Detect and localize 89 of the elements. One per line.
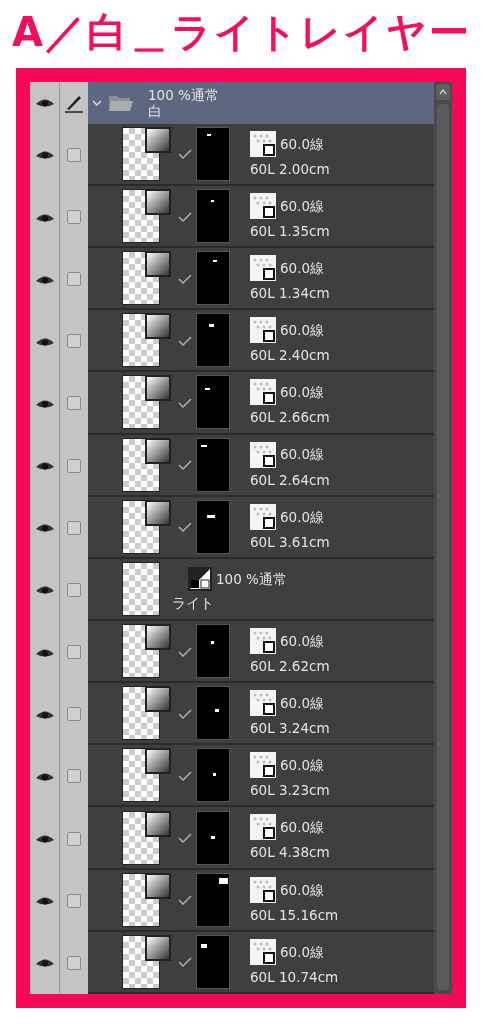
checkbox[interactable]	[67, 893, 81, 908]
page-title: A／白＿ライトレイヤー	[11, 8, 472, 57]
tone-density-label: 60.0線	[280, 259, 325, 277]
tone-icon	[250, 192, 276, 219]
mask-thumbnail	[196, 872, 230, 927]
checkbox[interactable]	[67, 769, 81, 784]
checkbox[interactable]	[67, 147, 81, 162]
mask-thumbnail	[196, 934, 230, 989]
layer-thumbnail	[122, 561, 160, 616]
check-icon	[178, 708, 192, 719]
layer-name: ライト	[172, 595, 215, 612]
checkbox[interactable]	[67, 272, 81, 287]
mask-thumbnail	[196, 810, 230, 865]
scroll-up-icon[interactable]	[439, 89, 447, 95]
mask-thumbnail	[196, 251, 230, 306]
blend-mode-label: 100 %通常	[148, 86, 219, 103]
tone-lines-label: 60L 15.16cm	[250, 906, 339, 923]
tone-icon	[250, 379, 276, 406]
mask-thumbnail	[196, 437, 230, 492]
mask-thumbnail	[196, 748, 230, 803]
checkbox[interactable]	[67, 458, 81, 473]
check-icon	[178, 149, 192, 160]
folder-icon	[108, 93, 134, 114]
raster-layer-icon	[188, 567, 212, 592]
check-icon	[178, 335, 192, 346]
tone-density-label: 60.0線	[280, 446, 325, 463]
tone-lines-label: 60L 2.64cm	[250, 471, 330, 488]
tone-icon	[250, 317, 276, 344]
tone-density-label: 60.0線	[280, 197, 325, 214]
check-icon	[178, 211, 192, 222]
checkbox[interactable]	[67, 955, 81, 970]
tone-icon	[250, 130, 276, 157]
tone-density-label: 60.0線	[280, 943, 325, 960]
tone-icon	[250, 503, 276, 530]
tone-icon	[250, 752, 276, 779]
tone-icon	[250, 441, 276, 468]
check-icon	[178, 397, 192, 408]
check-icon	[178, 522, 192, 533]
checkbox[interactable]	[67, 210, 81, 224]
mask-thumbnail	[196, 686, 230, 741]
tone-lines-label: 60L 2.66cm	[250, 409, 330, 426]
mask-thumbnail	[196, 499, 230, 554]
tone-lines-label: 60L 2.62cm	[250, 658, 330, 675]
tone-lines-label: 60L 10.74cm	[250, 968, 339, 985]
tone-lines-label: 60L 1.34cm	[250, 285, 330, 302]
check-icon	[178, 770, 192, 781]
tone-density-label: 60.0線	[280, 508, 325, 525]
folder-name: 白	[148, 102, 163, 120]
tone-lines-label: 60L 3.23cm	[250, 782, 330, 799]
check-icon	[178, 646, 192, 657]
tone-density-label: 60.0線	[280, 632, 325, 650]
chevron-down-icon[interactable]	[92, 97, 102, 108]
tone-icon	[250, 690, 276, 717]
check-icon	[178, 460, 192, 471]
tone-density-label: 60.0線	[280, 881, 325, 898]
tone-lines-label: 60L 2.00cm	[250, 160, 330, 177]
checkbox[interactable]	[67, 707, 81, 722]
check-icon	[178, 957, 192, 968]
tone-density-label: 60.0線	[280, 695, 325, 712]
mask-thumbnail	[196, 313, 230, 368]
checkbox[interactable]	[67, 520, 81, 535]
tone-density-label: 60.0線	[280, 322, 325, 339]
tone-density-label: 60.0線	[280, 819, 325, 836]
mask-thumbnail	[196, 624, 230, 679]
mask-thumbnail	[196, 375, 230, 430]
checkbox[interactable]	[67, 396, 81, 411]
tone-lines-label: 60L 1.35cm	[250, 222, 330, 240]
tone-icon	[250, 938, 276, 965]
tone-density-label: 60.0線	[280, 757, 325, 774]
mask-thumbnail	[196, 126, 230, 181]
tone-density-label: 60.0線	[280, 135, 325, 152]
checkbox[interactable]	[67, 334, 81, 349]
tone-density-label: 60.0線	[280, 384, 325, 401]
check-icon	[178, 833, 192, 844]
tone-icon	[250, 255, 276, 282]
tone-icon	[250, 876, 276, 903]
blend-mode-label: 100 %通常	[216, 570, 287, 587]
mask-thumbnail	[196, 189, 230, 243]
tone-lines-label: 60L 3.61cm	[250, 533, 330, 550]
checkbox[interactable]	[67, 645, 81, 660]
check-icon	[178, 273, 192, 284]
tone-lines-label: 60L 3.24cm	[250, 720, 330, 737]
checkbox[interactable]	[67, 831, 81, 846]
tone-icon	[250, 628, 276, 654]
check-icon	[178, 895, 192, 906]
tone-lines-label: 60L 4.38cm	[250, 844, 330, 861]
checkbox[interactable]	[67, 582, 81, 597]
tone-icon	[250, 814, 276, 841]
tone-lines-label: 60L 2.40cm	[250, 347, 330, 364]
